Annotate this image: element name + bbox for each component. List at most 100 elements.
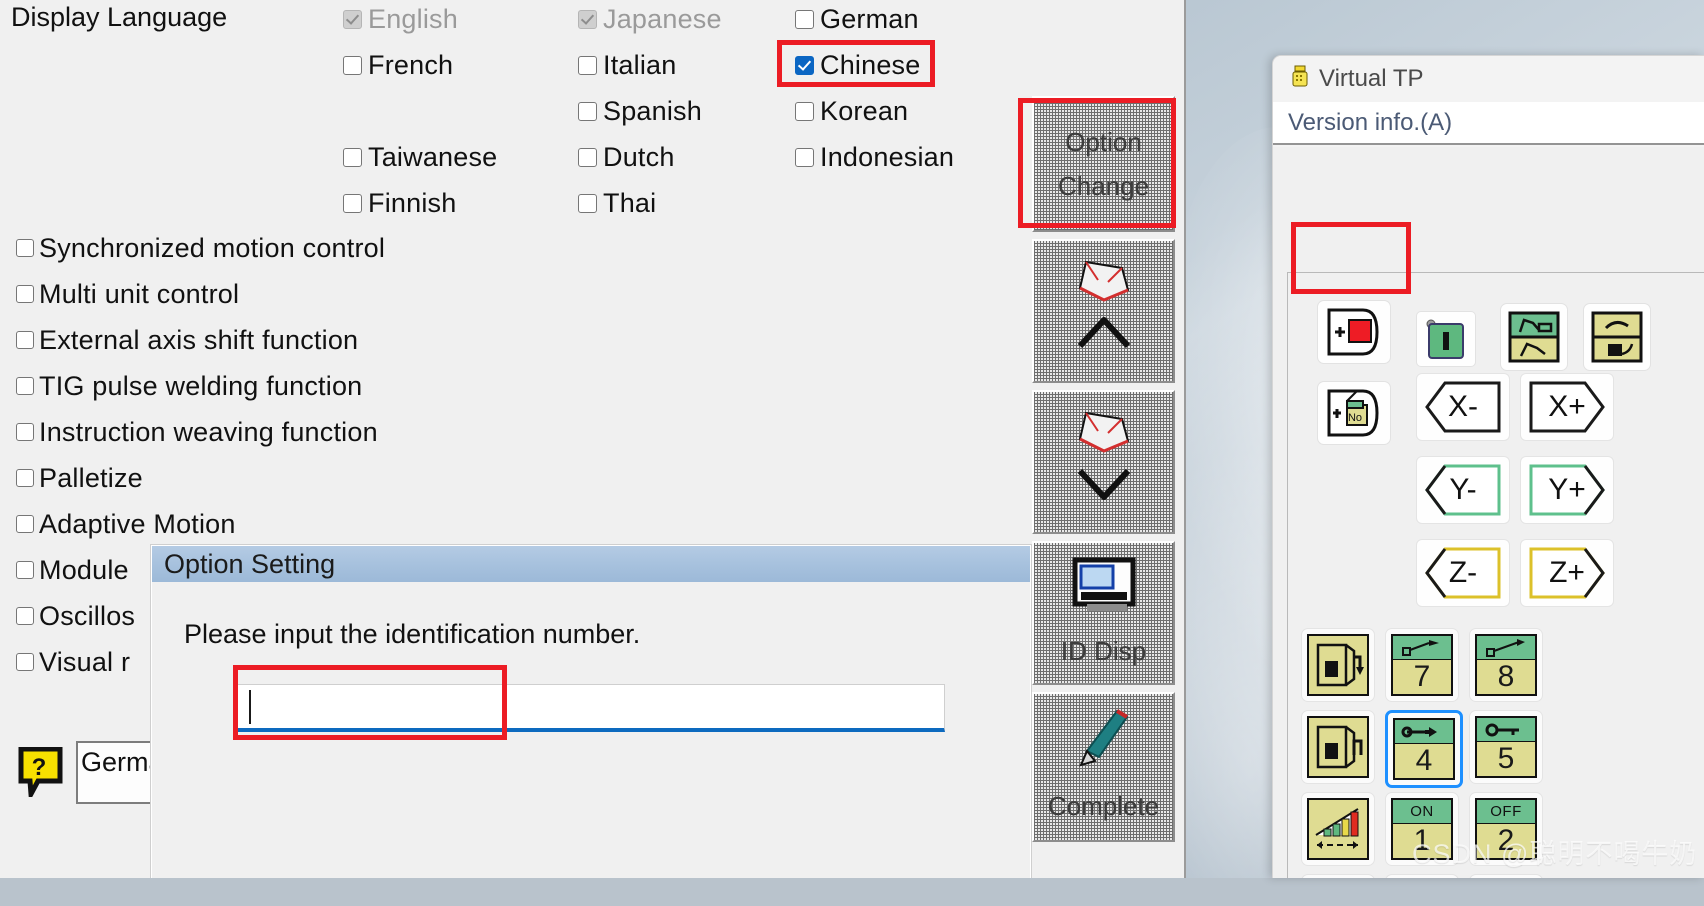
language-checkbox-thai[interactable]: Thai (578, 186, 656, 220)
key-top-label: OFF (1477, 800, 1535, 824)
checkbox-label: Japanese (603, 3, 722, 34)
option-checkbox-adaptive-motion[interactable]: Adaptive Motion (16, 506, 236, 542)
checkbox-label: Spanish (603, 95, 702, 126)
checkbox-label: Oscillos (39, 600, 136, 631)
language-checkbox-italian[interactable]: Italian (578, 48, 676, 82)
option-checkbox-oscilloscope[interactable]: Oscillos (16, 598, 135, 634)
virtual-tp-title-label: Virtual TP (1319, 65, 1424, 92)
add-copy-no-button[interactable]: No (1317, 381, 1391, 445)
svg-text:?: ? (32, 754, 47, 781)
page-down-button[interactable] (1032, 390, 1175, 534)
checkbox-box[interactable] (795, 9, 814, 29)
keypad-key-5-button[interactable]: 5 (1469, 710, 1543, 784)
language-checkbox-german[interactable]: German (795, 2, 919, 36)
option-checkbox-palletize[interactable]: Palletize (16, 460, 143, 496)
keypad-func-a-button[interactable] (1301, 628, 1375, 702)
language-checkbox-spanish[interactable]: Spanish (578, 94, 702, 128)
checkbox-box[interactable] (16, 377, 34, 395)
keypad-key-7-button[interactable]: 7 (1385, 628, 1459, 702)
id-disp-button[interactable]: ID Disp (1032, 541, 1175, 685)
axis-label: Z+ (1549, 556, 1585, 589)
checkbox-box[interactable] (795, 101, 814, 121)
axis-label: X+ (1548, 390, 1586, 423)
keypad-func-c-button[interactable] (1301, 792, 1375, 866)
checkbox-box[interactable] (16, 331, 34, 349)
option-checkbox-instruction-weaving-function[interactable]: Instruction weaving function (16, 414, 378, 450)
checkbox-label: Taiwanese (368, 141, 498, 172)
checkbox-box[interactable] (578, 147, 597, 167)
language-checkbox-finnish[interactable]: Finnish (343, 186, 456, 220)
checkbox-box[interactable] (16, 285, 34, 303)
checkbox-box[interactable] (343, 9, 362, 29)
page-up-button[interactable] (1032, 239, 1175, 383)
checkbox-box[interactable] (16, 561, 34, 579)
checkbox-box[interactable] (16, 607, 34, 625)
axis-button-x-plus[interactable]: X+ (1520, 373, 1614, 441)
key-7-face: 7 (1391, 634, 1453, 696)
checkbox-label: External axis shift function (39, 324, 359, 355)
robot-play-button[interactable] (1583, 303, 1651, 371)
language-checkbox-japanese[interactable]: Japanese (578, 2, 722, 36)
axis-button-z-minus[interactable]: Z- (1416, 539, 1510, 607)
checkbox-box[interactable] (16, 653, 34, 671)
language-checkbox-taiwanese[interactable]: Taiwanese (343, 140, 497, 174)
key-tool-icon (1477, 718, 1535, 742)
keypad-func-d-button[interactable] (1301, 874, 1375, 878)
checkbox-box[interactable] (16, 239, 34, 257)
language-checkbox-korean[interactable]: Korean (795, 94, 908, 128)
axis-button-y-plus[interactable]: Y+ (1520, 456, 1614, 524)
option-checkbox-visual-recognition[interactable]: Visual r (16, 644, 130, 680)
option-checkbox-tig-pulse-welding-function[interactable]: TIG pulse welding function (16, 368, 362, 404)
complete-button[interactable]: Complete (1032, 692, 1175, 842)
checkbox-box[interactable] (795, 147, 814, 167)
axis-label: X- (1448, 390, 1478, 423)
add-red-square-button[interactable] (1317, 300, 1391, 364)
option-checkbox-synchronized-motion-control[interactable]: Synchronized motion control (16, 230, 385, 266)
option-change-button[interactable]: Option Change (1032, 96, 1175, 232)
axis-button-z-plus[interactable]: Z+ (1520, 539, 1614, 607)
checkbox-box[interactable] (795, 55, 814, 75)
key-label: 5 (1477, 742, 1535, 776)
menu-item-version-info[interactable]: Version info.(A) (1288, 109, 1452, 137)
identification-number-input[interactable] (237, 684, 945, 732)
option-checkbox-multi-unit-control[interactable]: Multi unit control (16, 276, 239, 312)
checkbox-box[interactable] (578, 101, 597, 121)
checkbox-box[interactable] (578, 193, 597, 213)
language-checkbox-french[interactable]: French (343, 48, 453, 82)
checkbox-box[interactable] (578, 9, 597, 29)
checkbox-box[interactable] (578, 55, 597, 75)
enable-switch-button[interactable] (1416, 311, 1476, 367)
robot-teach-button[interactable] (1500, 303, 1568, 371)
language-checkbox-dutch[interactable]: Dutch (578, 140, 675, 174)
language-checkbox-indonesian[interactable]: Indonesian (795, 140, 954, 174)
checkbox-label: Module (39, 554, 129, 585)
checkbox-label: English (368, 3, 458, 34)
axis-shape-left: Z- (1425, 547, 1501, 599)
checkbox-box[interactable] (16, 515, 34, 533)
option-checkbox-module[interactable]: Module (16, 552, 129, 588)
virtual-tp-title-bar: Virtual TP (1273, 56, 1704, 102)
display-language-label: Display Language (11, 2, 228, 32)
checkbox-box[interactable] (16, 469, 34, 487)
dialog-prompt-text: Please input the identification number. (184, 619, 641, 649)
robot-teach-icon (1508, 311, 1560, 363)
language-checkbox-english[interactable]: English (343, 2, 458, 36)
checkbox-box[interactable] (343, 193, 362, 213)
keypad-key-4-button[interactable]: 4 (1385, 710, 1463, 788)
keypad-key-plus-button[interactable]: + (1385, 874, 1459, 878)
axis-button-x-minus[interactable]: X- (1416, 373, 1510, 441)
id-disp-label: ID Disp (1060, 635, 1147, 666)
keypad-key-8-button[interactable]: 8 (1469, 628, 1543, 702)
checkbox-label: TIG pulse welding function (39, 370, 363, 401)
checkbox-label: Adaptive Motion (39, 508, 236, 539)
add-red-square-icon (1327, 308, 1379, 356)
keypad-key-minus-button[interactable]: - (1469, 874, 1543, 878)
checkbox-box[interactable] (343, 147, 362, 167)
axis-button-y-minus[interactable]: Y- (1416, 456, 1510, 524)
language-checkbox-chinese[interactable]: Chinese (795, 48, 920, 82)
option-checkbox-external-axis-shift-function[interactable]: External axis shift function (16, 322, 358, 358)
question-balloon-icon[interactable]: ? (18, 746, 63, 803)
checkbox-box[interactable] (343, 55, 362, 75)
keypad-func-b-button[interactable] (1301, 710, 1375, 784)
checkbox-box[interactable] (16, 423, 34, 441)
